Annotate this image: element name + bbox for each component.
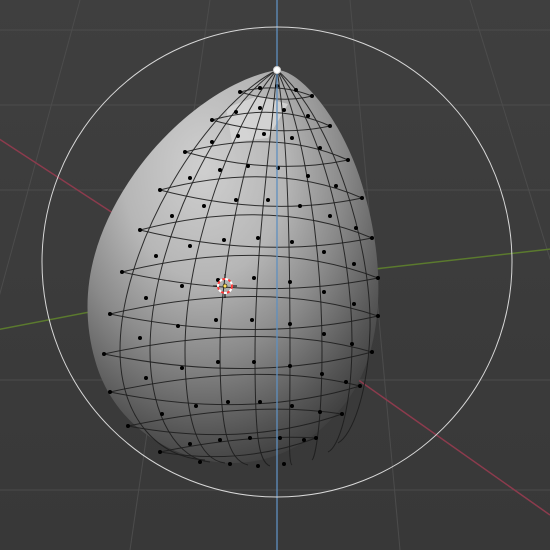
3d-viewport[interactable] xyxy=(0,0,550,550)
3d-cursor[interactable] xyxy=(0,0,550,550)
